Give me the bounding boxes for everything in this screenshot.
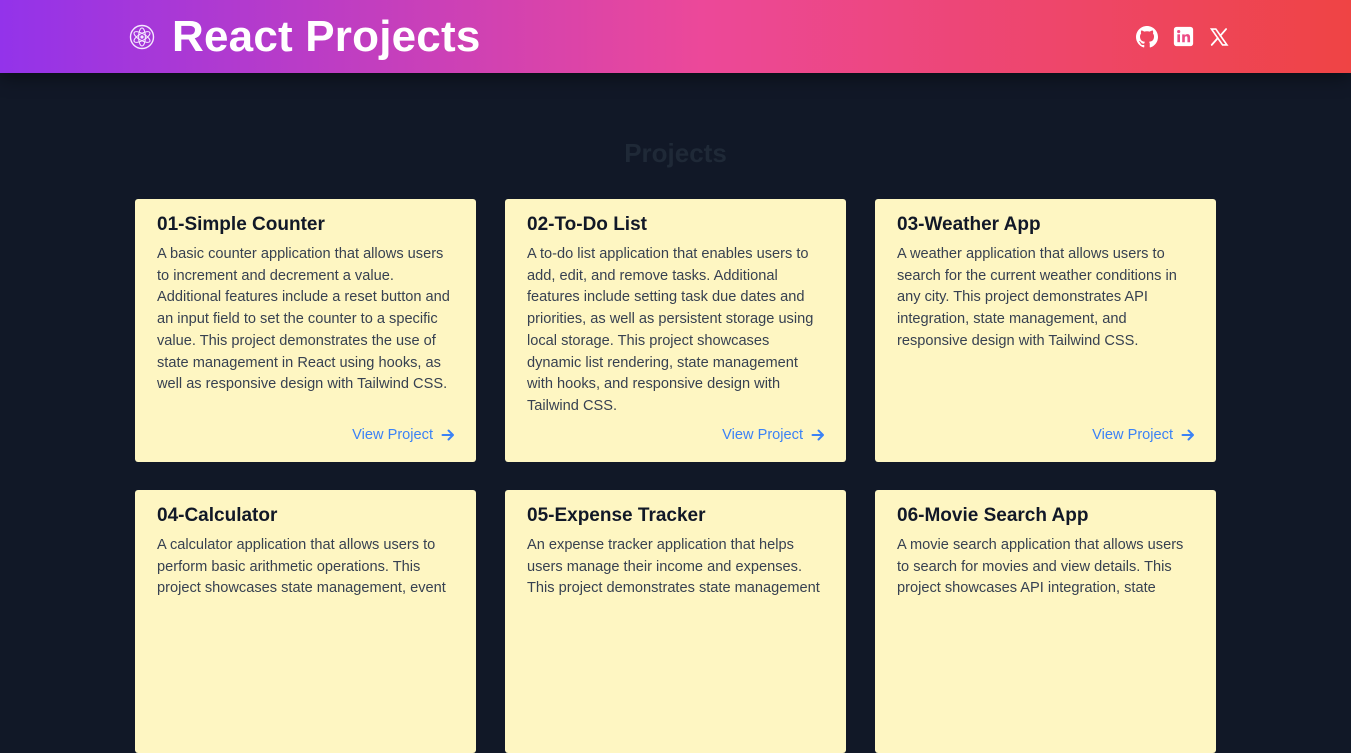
project-description: A movie search application that allows u… [897,537,1184,597]
project-title: 04-Calculator [157,505,278,526]
arrow-right-icon [811,428,825,442]
project-card: 01-Simple Counter A basic counter applic… [135,199,476,462]
arrow-right-icon [1181,428,1195,442]
project-card: 05-Expense Tracker An expense tracker ap… [505,490,846,753]
github-icon[interactable] [1135,25,1159,49]
arrow-right-icon [441,428,455,442]
project-card: 06-Movie Search App A movie search appli… [875,490,1216,753]
project-title: 05-Expense Tracker [527,505,706,526]
project-title: 03-Weather App [897,214,1041,235]
project-title: 06-Movie Search App [897,505,1089,526]
x-twitter-icon[interactable] [1207,25,1231,49]
view-project-label: View Project [352,427,433,443]
project-title: 02-To-Do List [527,214,647,235]
project-description: A calculator application that allows use… [157,537,446,597]
linkedin-icon[interactable] [1171,25,1195,49]
project-description: An expense tracker application that help… [527,537,820,597]
project-description: A to-do list application that enables us… [527,246,814,414]
view-project-link[interactable]: View Project [352,425,455,445]
projects-grid: 01-Simple Counter A basic counter applic… [135,199,1216,753]
social-links [1135,0,1231,73]
project-card: 04-Calculator A calculator application t… [135,490,476,753]
project-description: A basic counter application that allows … [157,246,450,393]
view-project-link[interactable]: View Project [1092,425,1195,445]
app-title: React Projects [172,12,481,61]
project-description: A weather application that allows users … [897,246,1177,349]
react-logo-icon[interactable] [128,23,156,51]
brand: React Projects [128,0,481,73]
section-title: Projects [624,138,727,168]
project-card: 02-To-Do List A to-do list application t… [505,199,846,462]
project-title: 01-Simple Counter [157,214,325,235]
view-project-label: View Project [722,427,803,443]
top-navbar: React Projects [0,0,1351,73]
view-project-label: View Project [1092,427,1173,443]
project-card: 03-Weather App A weather application tha… [875,199,1216,462]
view-project-link[interactable]: View Project [722,425,825,445]
